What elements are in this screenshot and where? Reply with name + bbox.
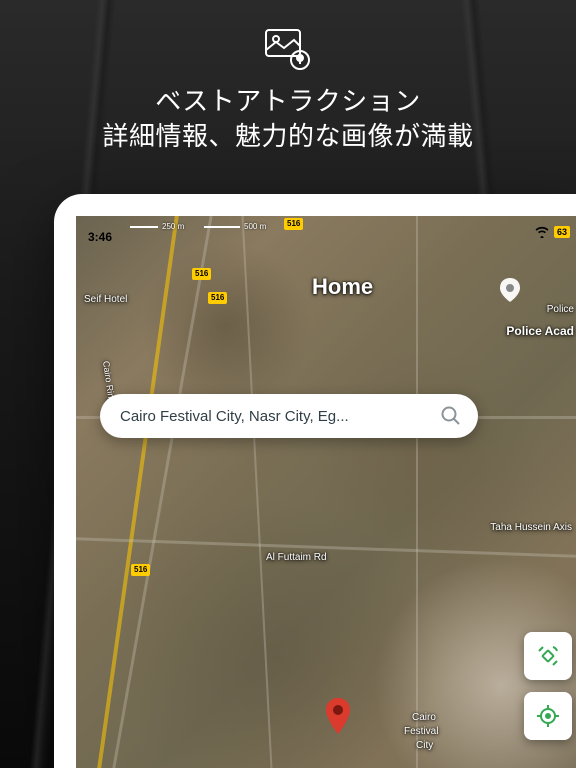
satellite-toggle-button[interactable]	[524, 632, 572, 680]
scale-250: 250 m	[130, 222, 184, 231]
hero-line2: 詳細情報、魅力的な画像が満載	[0, 119, 576, 154]
search-icon[interactable]	[440, 405, 462, 427]
hero-line1: ベストアトラクション	[0, 84, 576, 119]
home-pin-icon[interactable]	[496, 276, 524, 304]
status-right: 63	[534, 226, 570, 238]
label-cfc3: City	[416, 740, 433, 751]
tablet-frame: 3:46 63 250 m 500 m 516 516 516 516 Seif…	[54, 194, 576, 768]
map-screen[interactable]: 3:46 63 250 m 500 m 516 516 516 516 Seif…	[76, 216, 576, 768]
hero-title: ベストアトラクション 詳細情報、魅力的な画像が満載	[0, 84, 576, 154]
status-time: 3:46	[88, 230, 112, 244]
label-police: Police Acad	[506, 324, 574, 338]
attractions-icon	[262, 28, 314, 72]
destination-pin-icon[interactable]	[322, 696, 354, 736]
search-input[interactable]: Cairo Festival City, Nasr City, Eg...	[120, 408, 440, 425]
highway-badge: 516	[208, 292, 227, 304]
hero-section: ベストアトラクション 詳細情報、魅力的な画像が満載	[0, 0, 576, 154]
search-bar[interactable]: Cairo Festival City, Nasr City, Eg...	[100, 394, 478, 438]
satellite-icon	[535, 643, 561, 669]
wifi-icon	[534, 226, 550, 238]
label-taha: Taha Hussein Axis	[490, 522, 572, 533]
label-seif: Seif Hotel	[84, 294, 127, 305]
highway-badge: 516	[284, 218, 303, 230]
road	[416, 216, 418, 768]
locate-me-button[interactable]	[524, 692, 572, 740]
scale-500: 500 m	[204, 222, 266, 231]
road	[242, 216, 273, 768]
battery-level: 63	[554, 226, 570, 238]
label-futtaim: Al Futtaim Rd	[266, 552, 327, 563]
label-home: Home	[312, 274, 373, 300]
label-cfc1: Cairo	[412, 712, 436, 723]
highway-badge: 516	[192, 268, 211, 280]
label-police-drop: Police	[547, 304, 574, 315]
label-cfc2: Festival	[404, 726, 438, 737]
location-crosshair-icon	[535, 703, 561, 729]
highway-badge: 516	[131, 564, 150, 576]
